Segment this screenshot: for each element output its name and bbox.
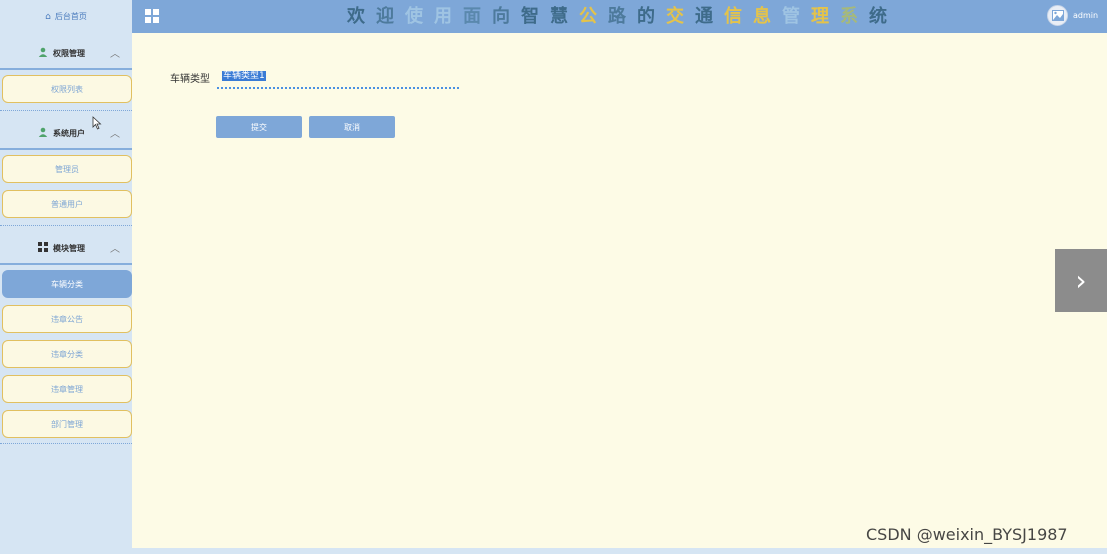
title-char: 交	[666, 6, 684, 27]
image-icon	[1051, 10, 1064, 21]
home-icon: ⌂	[45, 11, 51, 22]
user-icon	[38, 127, 48, 137]
title-char: 迎	[376, 6, 394, 27]
divider	[0, 443, 132, 444]
cancel-button[interactable]: 取消	[309, 116, 395, 138]
sidebar-item-violation-category[interactable]: 违章分类	[2, 340, 132, 368]
title-char: 通	[695, 6, 713, 27]
vehicle-type-input[interactable]: 车辆类型1	[217, 68, 459, 89]
sidebar-item-admin[interactable]: 管理员	[2, 155, 132, 183]
bottom-bar	[0, 548, 1107, 554]
sidebar-item-vehicle-category[interactable]: 车辆分类	[2, 270, 132, 298]
sidebar-item-normal-user[interactable]: 普通用户	[2, 190, 132, 218]
sidebar-item-label: 违章管理	[51, 384, 83, 394]
sidebar: 权限管理 ︿ 权限列表 系统用户 ︿ 管理员 普通用户 模块管理 ︿ 车辆分类 …	[0, 33, 132, 548]
page-title: 欢迎使用面向智慧公路的交通信息管理系统	[345, 4, 889, 30]
sidebar-item-violation-notice[interactable]: 违章公告	[2, 305, 132, 333]
title-char: 路	[608, 6, 626, 27]
chevron-up-icon: ︿	[110, 49, 120, 60]
sidebar-item-label: 普通用户	[51, 199, 83, 209]
title-char: 慧	[550, 6, 568, 27]
divider	[0, 148, 132, 150]
chevron-up-icon: ︿	[110, 244, 120, 255]
vehicle-type-label: 车辆类型	[170, 74, 210, 85]
sidebar-group-modules[interactable]: 模块管理 ︿	[0, 230, 132, 264]
title-char: 公	[579, 6, 597, 27]
sidebar-item-label: 违章分类	[51, 349, 83, 359]
sidebar-group-permissions[interactable]: 权限管理 ︿	[0, 35, 132, 69]
mouse-cursor-icon	[92, 116, 102, 130]
chevron-up-icon: ︿	[110, 129, 120, 140]
sidebar-item-label: 部门管理	[51, 419, 83, 429]
title-char: 面	[463, 6, 481, 27]
sidebar-group-label: 模块管理	[53, 244, 85, 253]
divider	[0, 110, 132, 111]
divider	[0, 225, 132, 226]
title-char: 用	[434, 6, 452, 27]
submit-button[interactable]: 提交	[216, 116, 302, 138]
next-arrow-button[interactable]: ›	[1055, 249, 1107, 312]
title-char: 的	[637, 6, 655, 27]
title-char: 欢	[347, 6, 365, 27]
title-char: 信	[724, 6, 742, 27]
home-link[interactable]: ⌂ 后台首页	[0, 0, 132, 33]
top-header: ⌂ 后台首页 欢迎使用面向智慧公路的交通信息管理系统 admin	[0, 0, 1107, 33]
title-char: 息	[753, 6, 771, 27]
divider	[0, 263, 132, 265]
sidebar-item-label: 车辆分类	[51, 279, 83, 289]
title-char: 使	[405, 6, 423, 27]
vehicle-type-value: 车辆类型1	[222, 71, 266, 81]
watermark: CSDN @weixin_BYSJ1987	[866, 525, 1068, 544]
sidebar-item-label: 违章公告	[51, 314, 83, 324]
chevron-right-icon: ›	[1075, 264, 1087, 297]
user-icon	[38, 47, 48, 57]
title-char: 管	[782, 6, 800, 27]
username[interactable]: admin	[1073, 11, 1098, 20]
title-char: 统	[869, 6, 887, 27]
title-char: 理	[811, 6, 829, 27]
sidebar-item-department-management[interactable]: 部门管理	[2, 410, 132, 438]
menu-toggle-icon[interactable]	[145, 9, 159, 23]
sidebar-group-system-users[interactable]: 系统用户 ︿	[0, 115, 132, 149]
sidebar-item-label: 权限列表	[51, 84, 83, 94]
sidebar-item-permission-list[interactable]: 权限列表	[2, 75, 132, 103]
title-char: 向	[492, 6, 510, 27]
sidebar-group-label: 权限管理	[53, 49, 85, 58]
sidebar-group-label: 系统用户	[53, 129, 85, 138]
grid-icon	[38, 242, 48, 252]
sidebar-item-violation-management[interactable]: 违章管理	[2, 375, 132, 403]
sidebar-item-label: 管理员	[55, 164, 79, 174]
title-char: 系	[840, 6, 858, 27]
avatar[interactable]	[1047, 5, 1068, 26]
divider	[0, 68, 132, 70]
home-label: 后台首页	[54, 12, 87, 21]
title-char: 智	[521, 6, 539, 27]
